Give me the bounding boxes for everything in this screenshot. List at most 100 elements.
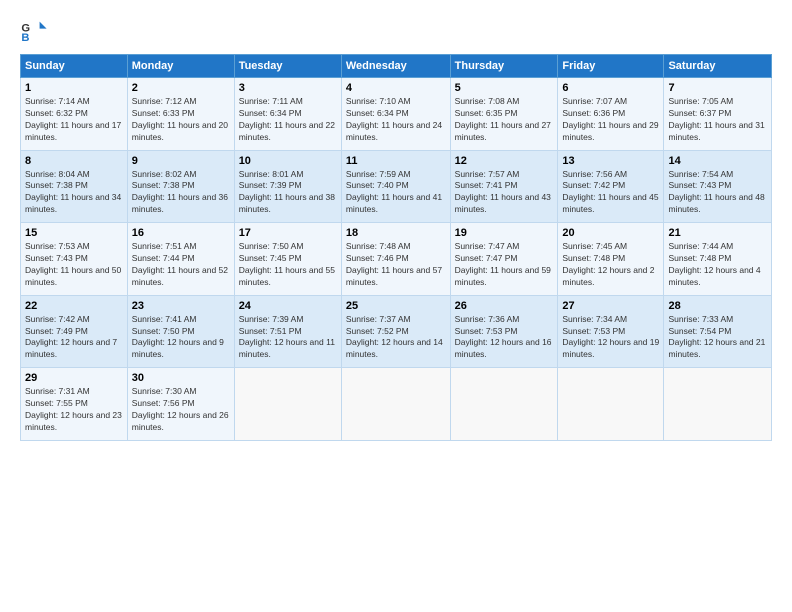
calendar-cell: 27 Sunrise: 7:34 AMSunset: 7:53 PMDaylig… <box>558 295 664 368</box>
calendar-week-row: 29 Sunrise: 7:31 AMSunset: 7:55 PMDaylig… <box>21 368 772 441</box>
calendar-cell: 7 Sunrise: 7:05 AMSunset: 6:37 PMDayligh… <box>664 78 772 151</box>
day-number: 16 <box>132 227 230 239</box>
day-info: Sunrise: 7:44 AMSunset: 7:48 PMDaylight:… <box>668 241 767 289</box>
day-info: Sunrise: 7:54 AMSunset: 7:43 PMDaylight:… <box>668 169 767 217</box>
day-number: 18 <box>346 227 446 239</box>
calendar-cell: 15 Sunrise: 7:53 AMSunset: 7:43 PMDaylig… <box>21 223 128 296</box>
day-number: 1 <box>25 82 123 94</box>
header-day-wednesday: Wednesday <box>341 55 450 78</box>
calendar-cell: 13 Sunrise: 7:56 AMSunset: 7:42 PMDaylig… <box>558 150 664 223</box>
header-day-sunday: Sunday <box>21 55 128 78</box>
calendar-cell: 30 Sunrise: 7:30 AMSunset: 7:56 PMDaylig… <box>127 368 234 441</box>
svg-text:B: B <box>21 32 29 44</box>
calendar-cell: 18 Sunrise: 7:48 AMSunset: 7:46 PMDaylig… <box>341 223 450 296</box>
day-info: Sunrise: 7:05 AMSunset: 6:37 PMDaylight:… <box>668 96 767 144</box>
calendar-cell: 26 Sunrise: 7:36 AMSunset: 7:53 PMDaylig… <box>450 295 558 368</box>
logo-icon: G B <box>20 16 48 44</box>
day-info: Sunrise: 7:34 AMSunset: 7:53 PMDaylight:… <box>562 314 659 362</box>
day-number: 22 <box>25 300 123 312</box>
day-info: Sunrise: 7:12 AMSunset: 6:33 PMDaylight:… <box>132 96 230 144</box>
day-info: Sunrise: 7:30 AMSunset: 7:56 PMDaylight:… <box>132 386 230 434</box>
calendar-cell: 14 Sunrise: 7:54 AMSunset: 7:43 PMDaylig… <box>664 150 772 223</box>
calendar-table: SundayMondayTuesdayWednesdayThursdayFrid… <box>20 54 772 441</box>
day-info: Sunrise: 7:07 AMSunset: 6:36 PMDaylight:… <box>562 96 659 144</box>
day-number: 12 <box>455 155 554 167</box>
calendar-cell: 3 Sunrise: 7:11 AMSunset: 6:34 PMDayligh… <box>234 78 341 151</box>
calendar-cell: 23 Sunrise: 7:41 AMSunset: 7:50 PMDaylig… <box>127 295 234 368</box>
header-day-thursday: Thursday <box>450 55 558 78</box>
day-number: 27 <box>562 300 659 312</box>
day-number: 3 <box>239 82 337 94</box>
calendar-cell: 22 Sunrise: 7:42 AMSunset: 7:49 PMDaylig… <box>21 295 128 368</box>
calendar-week-row: 8 Sunrise: 8:04 AMSunset: 7:38 PMDayligh… <box>21 150 772 223</box>
header-day-saturday: Saturday <box>664 55 772 78</box>
day-number: 10 <box>239 155 337 167</box>
day-info: Sunrise: 7:36 AMSunset: 7:53 PMDaylight:… <box>455 314 554 362</box>
day-number: 30 <box>132 372 230 384</box>
calendar-cell: 17 Sunrise: 7:50 AMSunset: 7:45 PMDaylig… <box>234 223 341 296</box>
day-info: Sunrise: 7:39 AMSunset: 7:51 PMDaylight:… <box>239 314 337 362</box>
calendar-cell <box>450 368 558 441</box>
day-number: 9 <box>132 155 230 167</box>
calendar-cell: 19 Sunrise: 7:47 AMSunset: 7:47 PMDaylig… <box>450 223 558 296</box>
day-number: 14 <box>668 155 767 167</box>
day-number: 5 <box>455 82 554 94</box>
calendar-cell: 8 Sunrise: 8:04 AMSunset: 7:38 PMDayligh… <box>21 150 128 223</box>
calendar-cell <box>558 368 664 441</box>
calendar-cell: 4 Sunrise: 7:10 AMSunset: 6:34 PMDayligh… <box>341 78 450 151</box>
day-info: Sunrise: 7:33 AMSunset: 7:54 PMDaylight:… <box>668 314 767 362</box>
day-info: Sunrise: 7:47 AMSunset: 7:47 PMDaylight:… <box>455 241 554 289</box>
day-info: Sunrise: 7:50 AMSunset: 7:45 PMDaylight:… <box>239 241 337 289</box>
calendar-cell: 25 Sunrise: 7:37 AMSunset: 7:52 PMDaylig… <box>341 295 450 368</box>
day-number: 26 <box>455 300 554 312</box>
day-info: Sunrise: 8:02 AMSunset: 7:38 PMDaylight:… <box>132 169 230 217</box>
calendar-cell: 9 Sunrise: 8:02 AMSunset: 7:38 PMDayligh… <box>127 150 234 223</box>
day-number: 4 <box>346 82 446 94</box>
calendar-cell: 20 Sunrise: 7:45 AMSunset: 7:48 PMDaylig… <box>558 223 664 296</box>
day-info: Sunrise: 8:01 AMSunset: 7:39 PMDaylight:… <box>239 169 337 217</box>
calendar-week-row: 15 Sunrise: 7:53 AMSunset: 7:43 PMDaylig… <box>21 223 772 296</box>
header-day-friday: Friday <box>558 55 664 78</box>
calendar-week-row: 22 Sunrise: 7:42 AMSunset: 7:49 PMDaylig… <box>21 295 772 368</box>
calendar-cell: 11 Sunrise: 7:59 AMSunset: 7:40 PMDaylig… <box>341 150 450 223</box>
day-number: 13 <box>562 155 659 167</box>
calendar-cell: 1 Sunrise: 7:14 AMSunset: 6:32 PMDayligh… <box>21 78 128 151</box>
calendar-header-row: SundayMondayTuesdayWednesdayThursdayFrid… <box>21 55 772 78</box>
header-day-monday: Monday <box>127 55 234 78</box>
day-number: 29 <box>25 372 123 384</box>
day-number: 19 <box>455 227 554 239</box>
calendar-cell: 2 Sunrise: 7:12 AMSunset: 6:33 PMDayligh… <box>127 78 234 151</box>
calendar-week-row: 1 Sunrise: 7:14 AMSunset: 6:32 PMDayligh… <box>21 78 772 151</box>
day-info: Sunrise: 7:42 AMSunset: 7:49 PMDaylight:… <box>25 314 123 362</box>
logo: G B <box>20 16 50 44</box>
day-number: 20 <box>562 227 659 239</box>
day-number: 11 <box>346 155 446 167</box>
calendar-cell: 16 Sunrise: 7:51 AMSunset: 7:44 PMDaylig… <box>127 223 234 296</box>
day-info: Sunrise: 7:14 AMSunset: 6:32 PMDaylight:… <box>25 96 123 144</box>
day-info: Sunrise: 7:48 AMSunset: 7:46 PMDaylight:… <box>346 241 446 289</box>
day-info: Sunrise: 7:51 AMSunset: 7:44 PMDaylight:… <box>132 241 230 289</box>
calendar-cell: 28 Sunrise: 7:33 AMSunset: 7:54 PMDaylig… <box>664 295 772 368</box>
day-number: 28 <box>668 300 767 312</box>
day-number: 23 <box>132 300 230 312</box>
day-number: 21 <box>668 227 767 239</box>
page-header: G B <box>20 16 772 44</box>
header-day-tuesday: Tuesday <box>234 55 341 78</box>
day-info: Sunrise: 7:53 AMSunset: 7:43 PMDaylight:… <box>25 241 123 289</box>
calendar-cell: 21 Sunrise: 7:44 AMSunset: 7:48 PMDaylig… <box>664 223 772 296</box>
calendar-cell <box>341 368 450 441</box>
day-number: 6 <box>562 82 659 94</box>
day-info: Sunrise: 7:41 AMSunset: 7:50 PMDaylight:… <box>132 314 230 362</box>
day-info: Sunrise: 7:11 AMSunset: 6:34 PMDaylight:… <box>239 96 337 144</box>
day-number: 15 <box>25 227 123 239</box>
calendar-cell: 24 Sunrise: 7:39 AMSunset: 7:51 PMDaylig… <box>234 295 341 368</box>
day-number: 25 <box>346 300 446 312</box>
calendar-cell: 12 Sunrise: 7:57 AMSunset: 7:41 PMDaylig… <box>450 150 558 223</box>
day-number: 8 <box>25 155 123 167</box>
calendar-cell: 6 Sunrise: 7:07 AMSunset: 6:36 PMDayligh… <box>558 78 664 151</box>
calendar-cell <box>664 368 772 441</box>
day-info: Sunrise: 7:10 AMSunset: 6:34 PMDaylight:… <box>346 96 446 144</box>
calendar-cell <box>234 368 341 441</box>
day-info: Sunrise: 7:45 AMSunset: 7:48 PMDaylight:… <box>562 241 659 289</box>
day-info: Sunrise: 7:08 AMSunset: 6:35 PMDaylight:… <box>455 96 554 144</box>
